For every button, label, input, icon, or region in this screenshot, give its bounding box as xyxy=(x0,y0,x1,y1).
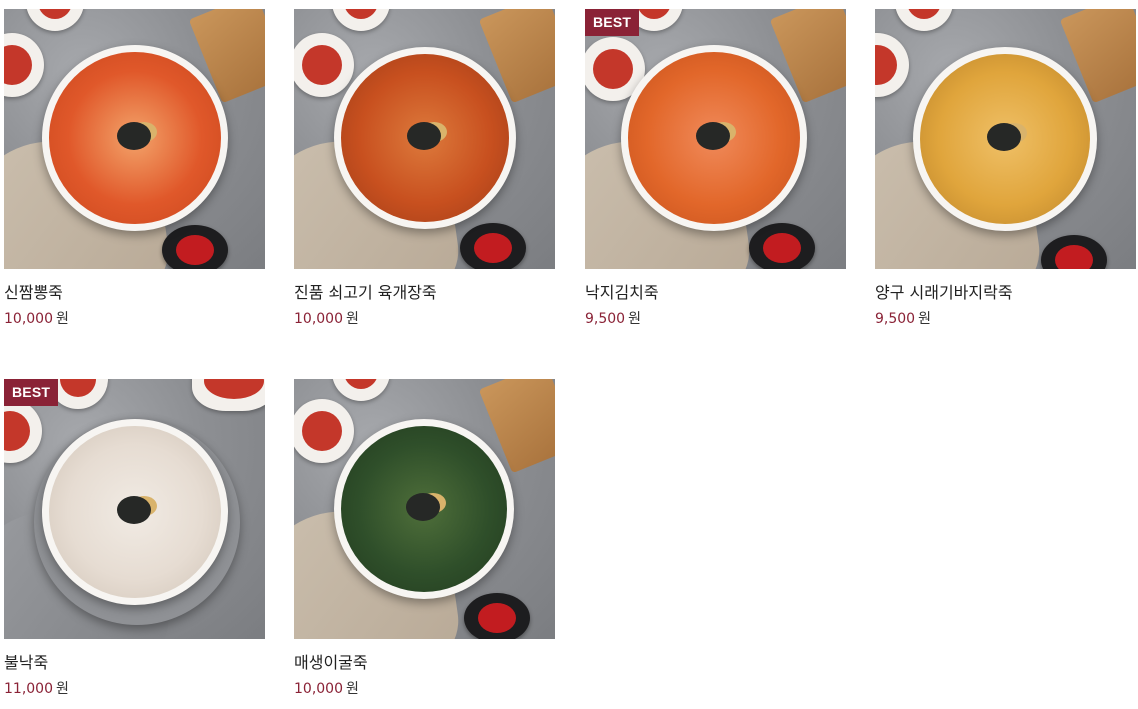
product-card[interactable]: BEST 낙지김치죽 9,500 원 xyxy=(585,9,846,329)
price-unit: 원 xyxy=(628,311,641,327)
best-badge: BEST xyxy=(4,379,59,406)
product-card[interactable]: 매생이굴죽 10,000 원 xyxy=(294,379,555,699)
product-name[interactable]: 신짬뽕죽 xyxy=(4,282,265,304)
product-card[interactable]: 양구 시래기바지락죽 9,500 원 xyxy=(875,9,1136,329)
product-name[interactable]: 낙지김치죽 xyxy=(585,282,846,304)
price-unit: 원 xyxy=(346,681,359,697)
price-amount: 10,000 xyxy=(4,311,53,327)
product-image[interactable] xyxy=(294,9,555,269)
best-badge: BEST xyxy=(585,9,640,36)
price-amount: 9,500 xyxy=(585,311,626,327)
product-price: 9,500 원 xyxy=(875,309,1136,329)
product-price: 9,500 원 xyxy=(585,309,846,329)
product-price: 10,000 원 xyxy=(294,309,555,329)
product-name[interactable]: 양구 시래기바지락죽 xyxy=(875,282,1136,304)
product-name[interactable]: 매생이굴죽 xyxy=(294,652,555,674)
product-image[interactable] xyxy=(875,9,1136,269)
product-card[interactable]: 신짬뽕죽 10,000 원 xyxy=(4,9,265,329)
product-name[interactable]: 불낙죽 xyxy=(4,652,265,674)
price-unit: 원 xyxy=(56,681,69,697)
price-amount: 11,000 xyxy=(4,681,53,697)
product-image[interactable] xyxy=(294,379,555,639)
product-image[interactable]: BEST xyxy=(4,379,265,639)
price-amount: 10,000 xyxy=(294,311,343,327)
product-card[interactable]: BEST 불낙죽 11,000 원 xyxy=(4,379,265,699)
product-name[interactable]: 진품 쇠고기 육개장죽 xyxy=(294,282,555,304)
product-image[interactable]: BEST xyxy=(585,9,846,269)
price-unit: 원 xyxy=(346,311,359,327)
price-amount: 9,500 xyxy=(875,311,916,327)
price-unit: 원 xyxy=(56,311,69,327)
product-price: 10,000 원 xyxy=(4,309,265,329)
price-unit: 원 xyxy=(918,311,931,327)
product-price: 11,000 원 xyxy=(4,679,265,699)
product-image[interactable] xyxy=(4,9,265,269)
product-grid: 신짬뽕죽 10,000 원 진품 쇠고기 육개장죽 10,000 원 BEST … xyxy=(0,0,1138,709)
price-amount: 10,000 xyxy=(294,681,343,697)
product-card[interactable]: 진품 쇠고기 육개장죽 10,000 원 xyxy=(294,9,555,329)
product-price: 10,000 원 xyxy=(294,679,555,699)
